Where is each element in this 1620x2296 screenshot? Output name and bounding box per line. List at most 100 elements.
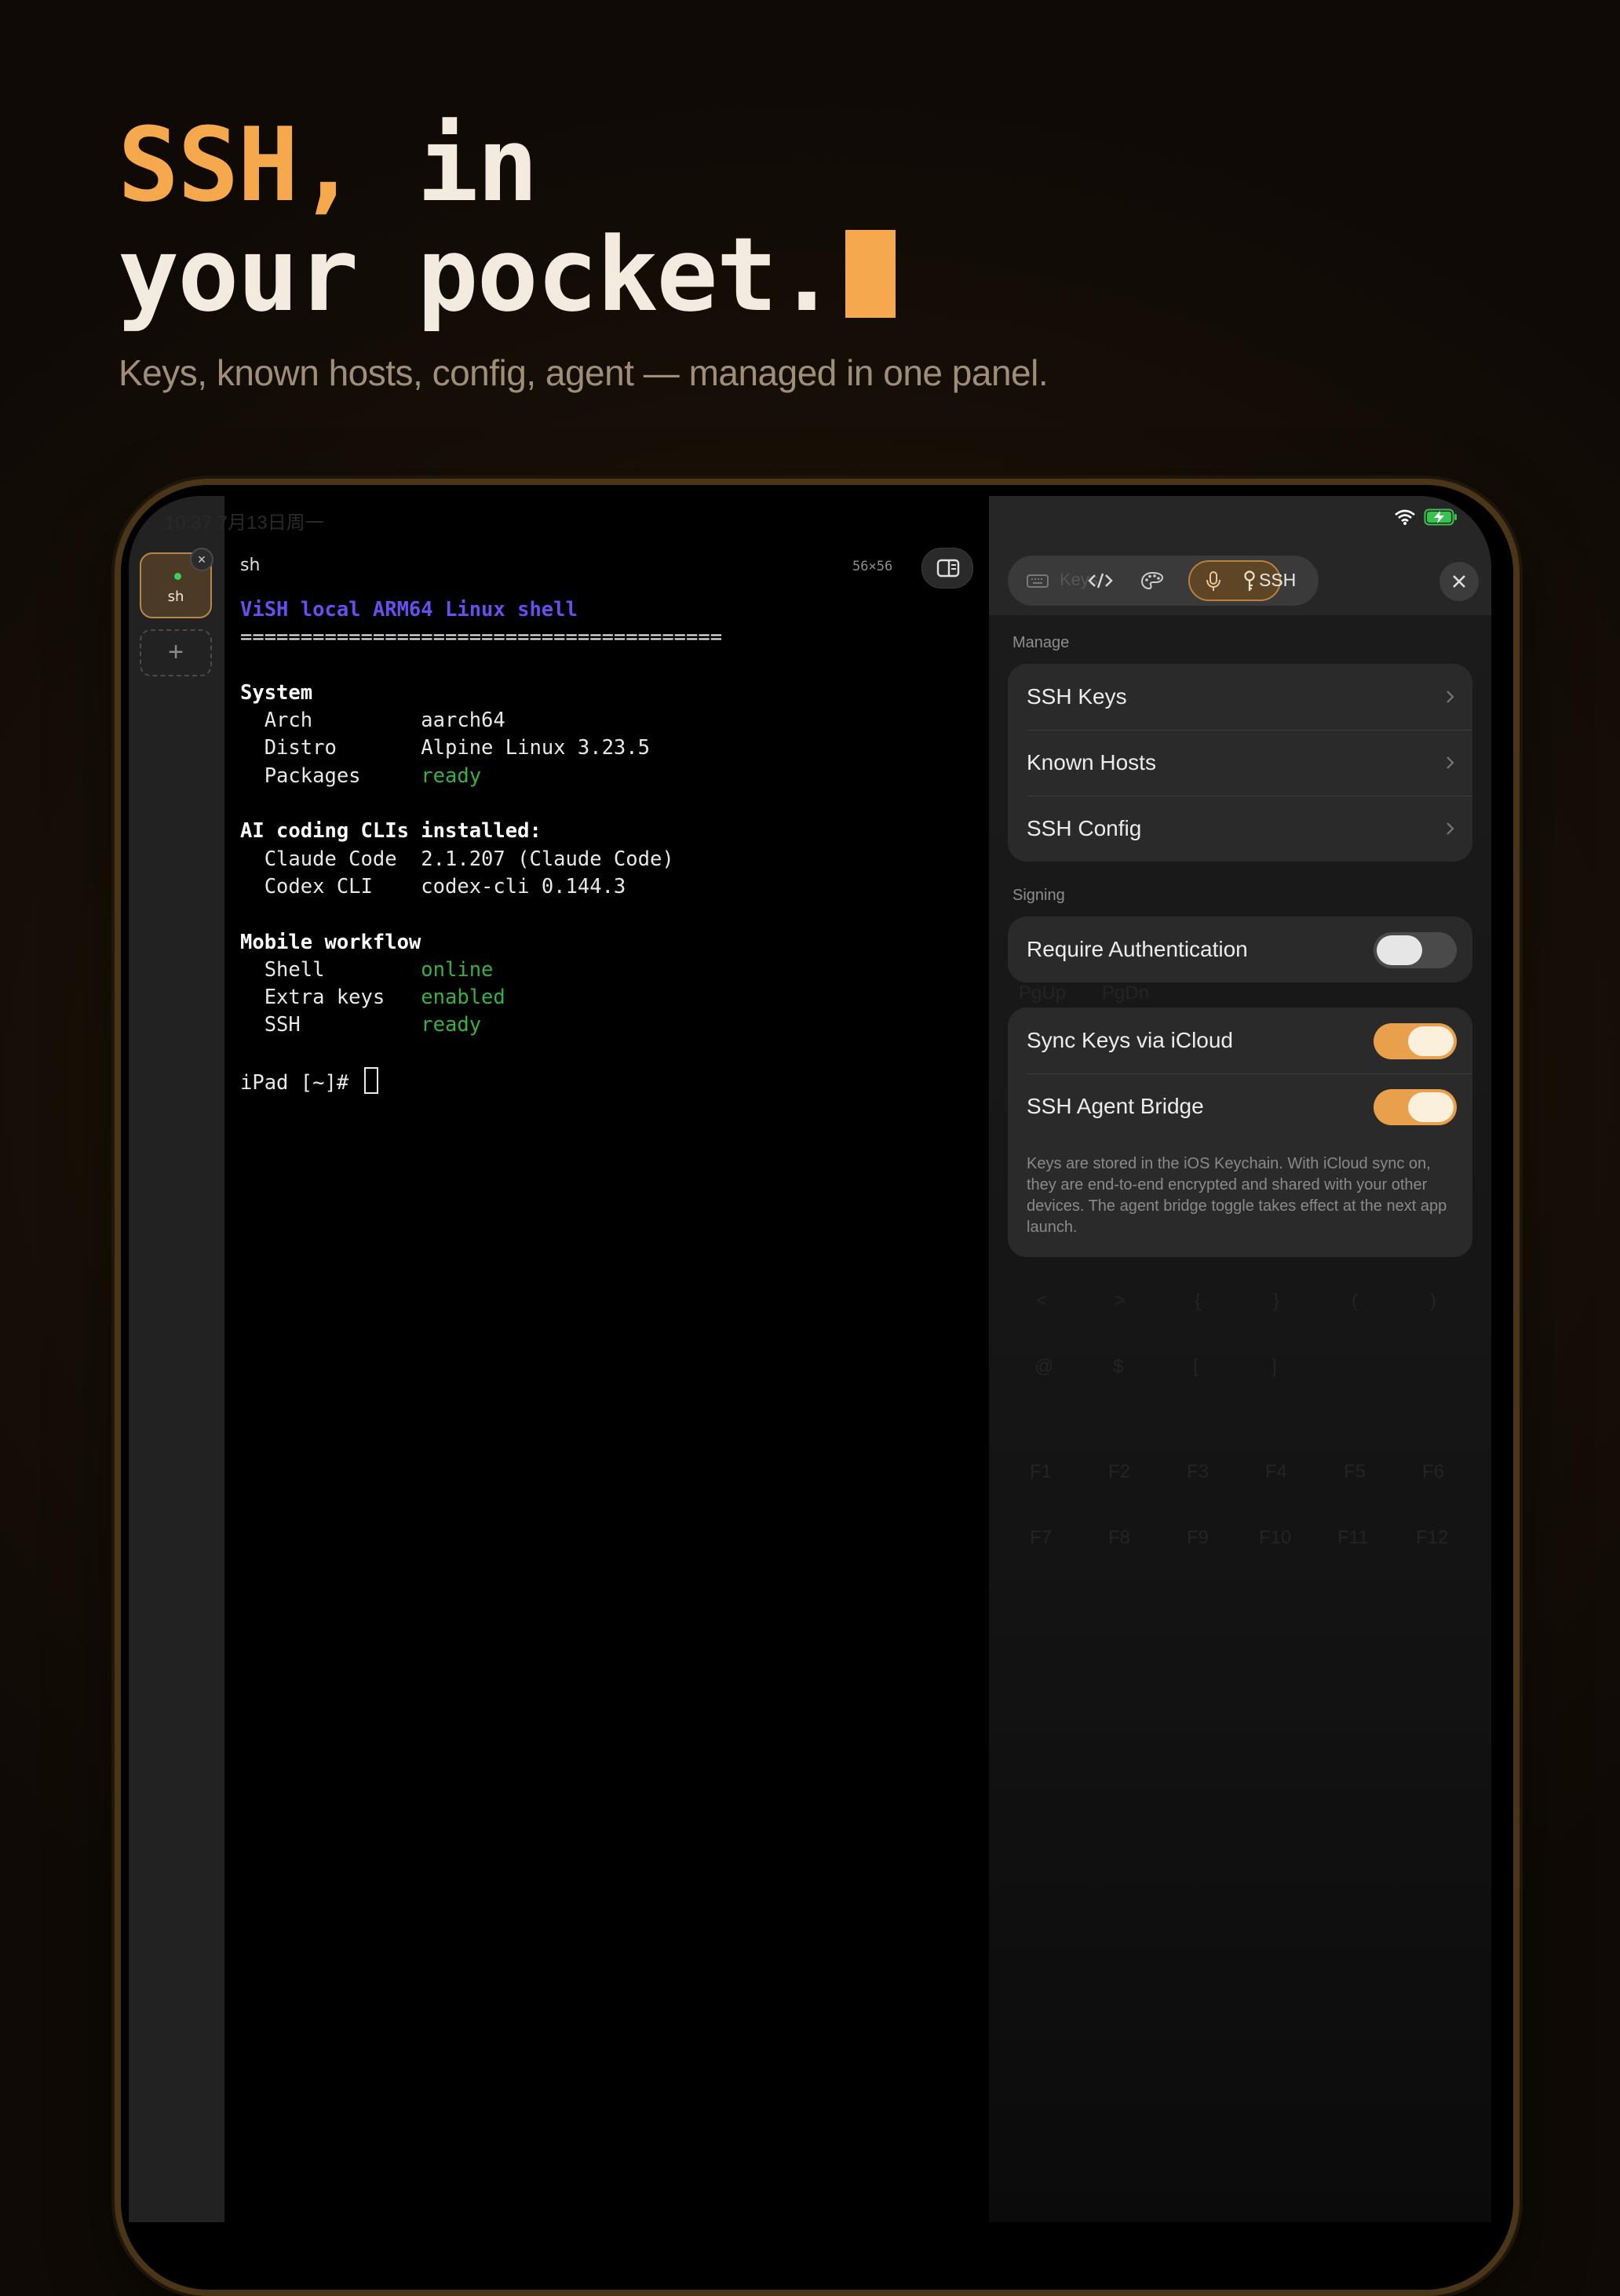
microphone-icon[interactable] xyxy=(1202,570,1224,593)
ghost-key: F5 xyxy=(1344,1461,1366,1482)
codex-value: codex-cli 0.144.3 xyxy=(421,874,626,898)
key-icon[interactable] xyxy=(1240,570,1259,593)
ssh-segment-label[interactable]: SSH xyxy=(1259,570,1296,591)
sync-icloud-row: Sync Keys via iCloud xyxy=(1008,1008,1472,1073)
ghost-key: F10 xyxy=(1259,1527,1292,1548)
sidebar-toggle-icon xyxy=(936,559,960,578)
cursor-block xyxy=(845,230,896,318)
ghost-key: F3 xyxy=(1187,1461,1210,1482)
add-session-button[interactable]: + xyxy=(140,629,212,676)
ghost-key: F6 xyxy=(1422,1461,1445,1482)
arch-value: aarch64 xyxy=(421,709,505,733)
row-label: Sync Keys via iCloud xyxy=(1027,1028,1234,1052)
ghost-key: F11 xyxy=(1337,1527,1369,1548)
sync-group: Sync Keys via iCloud SSH Agent Bridge Ke… xyxy=(1008,1008,1472,1257)
ssh-value: ready xyxy=(421,1013,482,1037)
ghost-key: F7 xyxy=(1030,1527,1053,1548)
ghost-key: ) xyxy=(1430,1290,1436,1311)
ghost-key: [ xyxy=(1193,1356,1199,1377)
ghost-key: F12 xyxy=(1416,1527,1449,1548)
signing-section-header: Signing xyxy=(1012,887,1065,904)
signing-group: Require Authentication xyxy=(1008,917,1472,982)
claude-label: Claude Code xyxy=(240,847,421,871)
shell-label: Shell xyxy=(240,957,421,982)
chevron-right-icon xyxy=(1447,756,1454,769)
ghost-key: F9 xyxy=(1187,1527,1210,1548)
keyboard-icon[interactable] xyxy=(1025,570,1050,592)
toggle-knob xyxy=(1408,1092,1454,1122)
palette-icon[interactable] xyxy=(1140,570,1165,592)
ghost-key: F8 xyxy=(1108,1527,1131,1548)
codex-label: Codex CLI xyxy=(240,874,421,898)
panel-segmented-control[interactable]: Keys SSH xyxy=(1008,556,1319,606)
shell-value: online xyxy=(421,957,494,982)
row-label: Known Hosts xyxy=(1027,750,1156,774)
subtitle: Keys, known hosts, config, agent — manag… xyxy=(119,352,1049,393)
ai-title: AI coding CLIs installed: xyxy=(240,819,542,844)
ghost-key: @ xyxy=(1034,1356,1054,1377)
ghost-key: ( xyxy=(1352,1290,1358,1311)
manage-section-header: Manage xyxy=(1012,634,1070,651)
packages-label: Packages xyxy=(240,764,421,788)
ghost-key: } xyxy=(1273,1290,1280,1311)
headline-accent: SSH, xyxy=(118,105,359,224)
battery-charging-icon xyxy=(1424,508,1457,526)
ghost-key: PgDn xyxy=(1102,982,1150,1004)
ghost-key: F4 xyxy=(1265,1461,1288,1482)
ssh-keys-row[interactable]: SSH Keys xyxy=(1008,664,1472,730)
mobile-title: Mobile workflow xyxy=(240,930,421,954)
row-label: SSH Agent Bridge xyxy=(1027,1094,1204,1118)
manage-group: SSH Keys Known Hosts SSH Config xyxy=(1008,664,1472,862)
toggle-panel-button[interactable] xyxy=(921,548,973,589)
headline-rest: in xyxy=(357,105,538,224)
claude-value: 2.1.207 (Claude Code) xyxy=(421,847,674,871)
session-tab-label: sh xyxy=(167,589,184,605)
close-panel-button[interactable] xyxy=(1439,562,1479,601)
toggle-knob xyxy=(1377,935,1422,965)
close-session-icon[interactable]: × xyxy=(190,548,213,571)
require-auth-toggle[interactable] xyxy=(1374,932,1457,968)
distro-label: Distro xyxy=(240,736,421,760)
close-icon xyxy=(1453,575,1465,588)
session-sidebar: sh × + xyxy=(129,496,224,2222)
arch-label: Arch xyxy=(240,709,421,733)
ssh-config-row[interactable]: SSH Config xyxy=(1008,796,1472,862)
terminal-cursor xyxy=(363,1067,378,1095)
row-label: SSH Config xyxy=(1027,816,1142,840)
terminal-pane[interactable]: sh 56×56 ViSH local ARM64 Linux shell ==… xyxy=(224,496,989,2222)
ssh-label: SSH xyxy=(240,1013,421,1037)
ghost-key: $ xyxy=(1113,1356,1124,1377)
code-icon[interactable] xyxy=(1086,570,1115,592)
session-status-dot xyxy=(174,573,181,580)
packages-value: ready xyxy=(421,764,482,788)
ssh-panel: Keys SSH PgUp PgDn < > { } ( ) @ $ [ ] F… xyxy=(989,496,1491,2222)
system-title: System xyxy=(240,680,313,705)
row-label: SSH Keys xyxy=(1027,684,1127,709)
status-time: 10:37 7月13日周一 xyxy=(165,512,324,534)
ghost-key: F2 xyxy=(1108,1461,1131,1482)
ghost-key: < xyxy=(1036,1290,1048,1311)
require-auth-row: Require Authentication xyxy=(1008,917,1472,982)
ghost-key: F1 xyxy=(1030,1461,1053,1482)
ipad-screen: sh × + sh 56×56 ViSH local ARM64 Linux s… xyxy=(129,496,1491,2222)
terminal-title: sh xyxy=(240,556,261,575)
sync-icloud-toggle[interactable] xyxy=(1374,1023,1457,1059)
known-hosts-row[interactable]: Known Hosts xyxy=(1008,730,1472,796)
terminal-size: 56×56 xyxy=(852,559,893,574)
row-label: Require Authentication xyxy=(1027,937,1248,961)
terminal-heading: ViSH local ARM64 Linux shell xyxy=(240,598,578,621)
agent-bridge-row: SSH Agent Bridge xyxy=(1008,1073,1472,1139)
extra-value: enabled xyxy=(421,986,505,1010)
ghost-key: > xyxy=(1115,1290,1126,1311)
ghost-key: PgUp xyxy=(1019,982,1067,1004)
hero: SSH, in your pocket. xyxy=(118,110,896,330)
headline-line-2: your pocket. xyxy=(118,220,896,330)
status-bar: 10:37 7月13日周一 xyxy=(129,496,1491,540)
keychain-footnote: Keys are stored in the iOS Keychain. Wit… xyxy=(1027,1155,1447,1236)
extra-label: Extra keys xyxy=(240,986,421,1010)
toggle-knob xyxy=(1408,1026,1454,1056)
distro-value: Alpine Linux 3.23.5 xyxy=(421,736,650,760)
agent-bridge-toggle[interactable] xyxy=(1374,1089,1457,1125)
headline-line-1: SSH, in xyxy=(118,110,896,220)
ghost-key: ] xyxy=(1272,1356,1277,1377)
